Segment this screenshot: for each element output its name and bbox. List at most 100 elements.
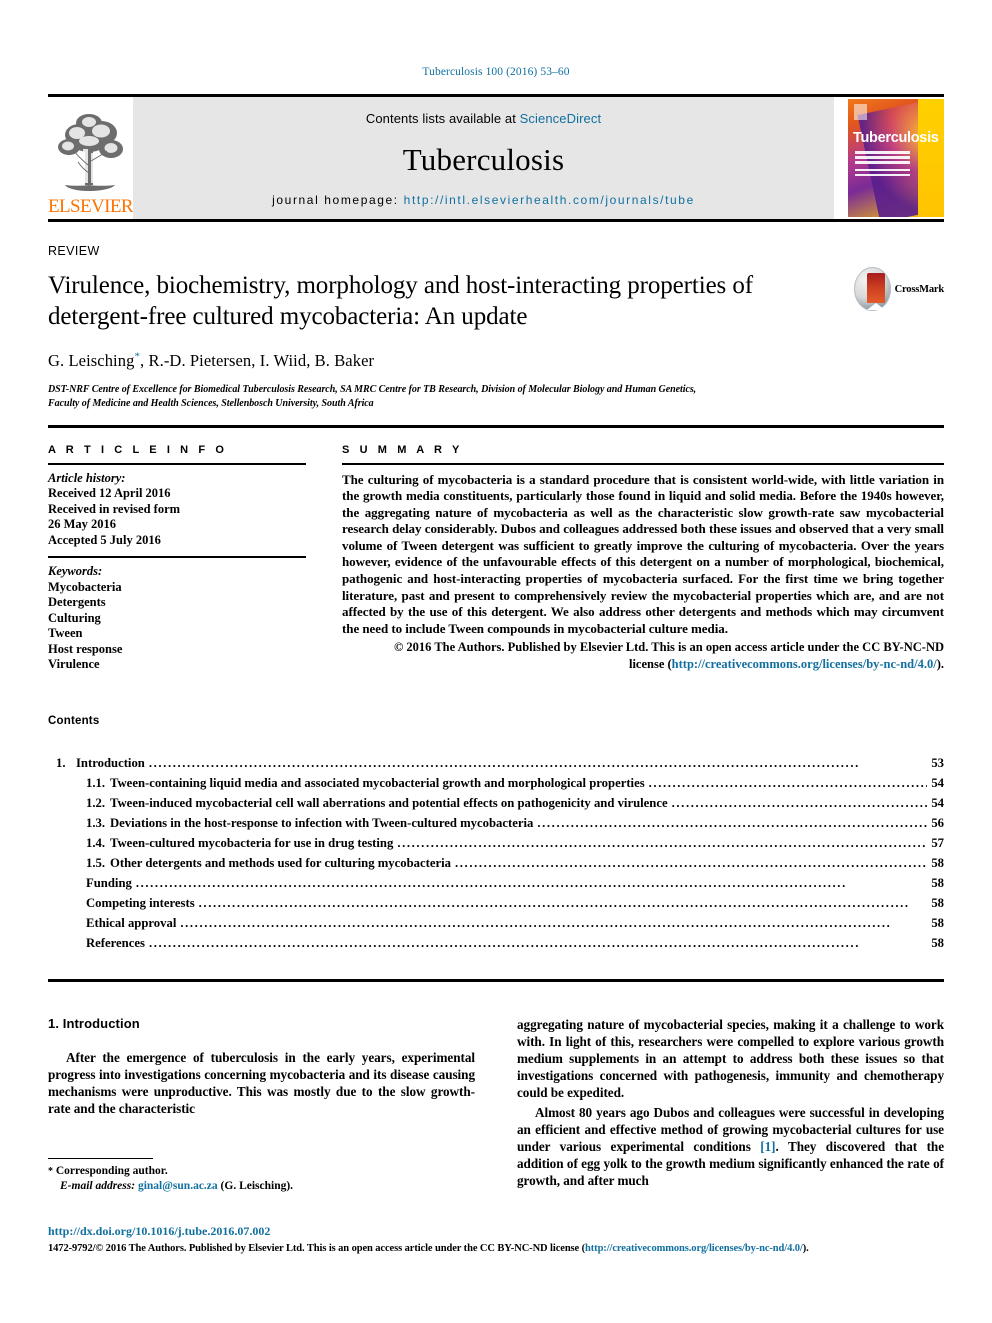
toc-row[interactable]: 1.5. Other detergents and methods used f…	[48, 853, 944, 873]
toc-row[interactable]: 1.4. Tween-cultured mycobacteria for use…	[48, 833, 944, 853]
corresponding-author-footnote: * Corresponding author. E-mail address: …	[48, 1158, 452, 1194]
toc-row[interactable]: 1.3. Deviations in the host-response to …	[48, 813, 944, 833]
keyword-item: Detergents	[48, 595, 106, 609]
email-label: E-mail address:	[60, 1180, 136, 1192]
toc-leader-dots: ........................................…	[537, 815, 927, 830]
author-email-link[interactable]: ginal@sun.ac.za	[138, 1180, 218, 1192]
article-type-label: REVIEW	[48, 244, 100, 258]
sciencedirect-link[interactable]: ScienceDirect	[520, 111, 602, 126]
contents-available-line: Contents lists available at ScienceDirec…	[366, 111, 601, 126]
toc-number: 1.3.	[86, 815, 106, 830]
cover-editor-lines	[855, 151, 910, 179]
affiliation-line-2: Faculty of Medicine and Health Sciences,…	[48, 397, 374, 409]
toc-page-number: 58	[931, 855, 944, 870]
history-line: Accepted 5 July 2016	[48, 532, 161, 547]
toc-number: 1.	[56, 755, 66, 770]
footer-license-link[interactable]: http://creativecommons.org/licenses/by-n…	[585, 1243, 803, 1254]
title-divider	[48, 424, 944, 428]
toc-page-number: 54	[931, 795, 944, 810]
section-heading-introduction: 1. Introduction	[48, 1015, 140, 1031]
keyword-item: Virulence	[48, 657, 100, 671]
article-title-block: REVIEW Virulence, biochemistry, morpholo…	[48, 244, 944, 411]
email-line: E-mail address: ginal@sun.ac.za (G. Leis…	[48, 1179, 452, 1194]
toc-page-number: 58	[931, 915, 944, 930]
crossmark-label: CrossMark	[894, 283, 945, 295]
toc-number: 1.2.	[86, 795, 106, 810]
email-attribution: (G. Leisching).	[220, 1180, 294, 1192]
toc-label: Tween-cultured mycobacteria for use in d…	[110, 835, 394, 850]
footnote-divider	[48, 1158, 153, 1159]
elsevier-logo: ELSEVIER	[48, 97, 134, 219]
crossmark-icon	[854, 267, 891, 311]
license-link[interactable]: http://creativecommons.org/licenses/by-n…	[672, 657, 937, 671]
citation-reference-1[interactable]: [1]	[760, 1139, 775, 1154]
toc-row[interactable]: Ethical approval .......................…	[48, 913, 944, 933]
journal-masthead: ELSEVIER Contents lists available at Sci…	[48, 94, 944, 222]
toc-page-number: 58	[931, 935, 944, 950]
keyword-item: Host response	[48, 641, 123, 656]
toc-label: Funding	[86, 875, 132, 890]
intro-paragraph-left: After the emergence of tuberculosis in t…	[48, 1049, 475, 1117]
history-line: Received 12 April 2016	[48, 486, 171, 500]
crossmark-badge[interactable]: CrossMark	[854, 266, 944, 312]
author-names: G. Leisching*, R.-D. Pietersen, I. Wiid,…	[48, 350, 375, 370]
abstract-text: The culturing of mycobacteria is a stand…	[342, 471, 944, 636]
body-column-right: aggregating nature of mycobacterial spec…	[517, 1016, 944, 1192]
journal-homepage-line: journal homepage: http://intl.elsevierhe…	[272, 193, 695, 207]
toc-label: Tween-containing liquid media and associ…	[110, 775, 645, 790]
journal-cover-thumbnail[interactable]: Tuberculosis	[848, 99, 944, 217]
toc-row[interactable]: 1.1. Tween-containing liquid media and a…	[48, 773, 944, 793]
article-info-heading: A R T I C L E I N F O	[48, 443, 228, 456]
keywords-label: Keywords:	[48, 564, 103, 578]
toc-page-number: 56	[931, 815, 944, 830]
keyword-item: Tween	[48, 626, 83, 640]
toc-number: 1.5.	[86, 855, 106, 870]
affiliation: DST-NRF Centre of Excellence for Biomedi…	[48, 383, 944, 411]
toc-leader-dots: ........................................…	[180, 915, 892, 930]
toc-leader-dots: ........................................…	[671, 795, 928, 810]
info-summary-section: A R T I C L E I N F O Article history: R…	[48, 444, 944, 681]
keyword-item: Culturing	[48, 610, 101, 625]
running-head: Tuberculosis 100 (2016) 53–60	[422, 66, 570, 78]
contents-heading: Contents	[48, 714, 100, 727]
toc-row[interactable]: Funding ................................…	[48, 873, 944, 893]
toc-leader-dots: ........................................…	[135, 875, 847, 890]
article-history-label: Article history:	[48, 470, 126, 485]
author-list: G. Leisching*, R.-D. Pietersen, I. Wiid,…	[48, 350, 944, 371]
history-line: 26 May 2016	[48, 517, 117, 531]
cover-elsevier-mark	[854, 104, 867, 120]
article-history-group: Article history: Received 12 April 2016 …	[48, 465, 306, 557]
doi-link[interactable]: http://dx.doi.org/10.1016/j.tube.2016.07…	[48, 1224, 944, 1239]
toc-label: References	[86, 935, 145, 950]
journal-homepage-link[interactable]: http://intl.elsevierhealth.com/journals/…	[404, 193, 695, 207]
homepage-prefix: journal homepage:	[272, 193, 404, 207]
toc-leader-dots: ........................................…	[455, 855, 928, 870]
cover-journal-title: Tuberculosis	[853, 130, 939, 146]
toc-row[interactable]: Competing interests ....................…	[48, 893, 944, 913]
corresponding-author-line: * Corresponding author.	[48, 1164, 452, 1179]
toc-page-number: 58	[931, 895, 944, 910]
toc-leader-dots: ........................................…	[397, 835, 928, 850]
contents-available-prefix: Contents lists available at	[365, 111, 520, 126]
toc-label: Ethical approval	[86, 915, 177, 930]
copyright-line-1: © 2016 The Authors. Published by Elsevie…	[393, 640, 944, 655]
journal-title: Tuberculosis	[402, 141, 565, 177]
summary-heading: S U M M A R Y	[342, 443, 463, 456]
elsevier-tree-icon	[57, 114, 123, 191]
toc-row[interactable]: 1. Introduction ........................…	[48, 753, 944, 773]
contents-divider	[48, 978, 944, 982]
toc-leader-dots: ........................................…	[198, 895, 910, 910]
toc-leader-dots: ........................................…	[648, 775, 928, 790]
toc-leader-dots: ........................................…	[148, 755, 860, 770]
elsevier-wordmark: ELSEVIER	[48, 196, 134, 217]
toc-number: 1.1.	[86, 775, 106, 790]
toc-row[interactable]: 1.2. Tween-induced mycobacterial cell wa…	[48, 793, 944, 813]
page-title: Virulence, biochemistry, morphology and …	[48, 272, 753, 330]
toc-row[interactable]: References .............................…	[48, 933, 944, 953]
corresponding-author-text: Corresponding author.	[55, 1165, 168, 1177]
toc-leader-dots: ........................................…	[148, 935, 860, 950]
article-info-column: A R T I C L E I N F O Article history: R…	[48, 444, 306, 681]
license-suffix: ).	[936, 656, 944, 671]
toc-label: Deviations in the host-response to infec…	[110, 815, 534, 830]
toc-label: Introduction	[76, 755, 145, 770]
